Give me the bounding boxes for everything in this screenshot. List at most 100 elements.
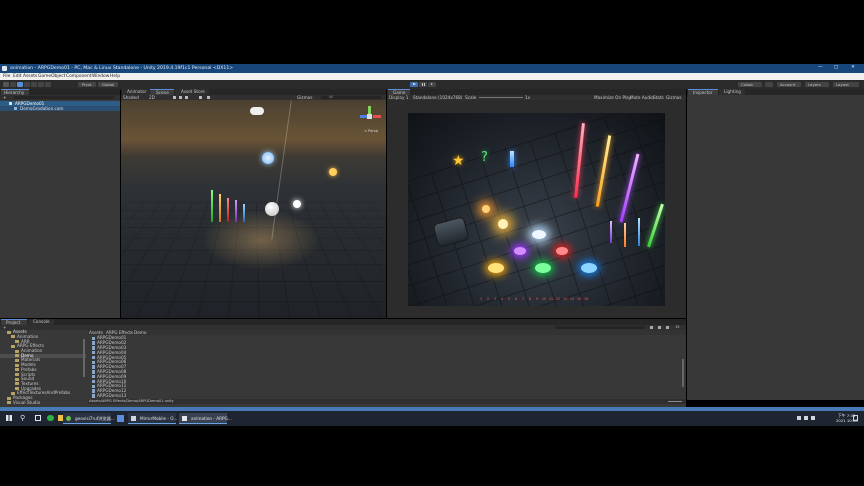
hand-tool-button[interactable]: [3, 82, 9, 87]
menu-help[interactable]: Help: [110, 74, 120, 79]
menu-edit[interactable]: Edit: [13, 74, 22, 79]
skill-slot[interactable]: 7: [522, 297, 524, 301]
skill-slot[interactable]: 16: [584, 297, 588, 301]
lighting-toggle-icon[interactable]: [173, 96, 176, 99]
project-panel: Project Console + 15 Assets Animation AR…: [0, 319, 686, 407]
breadcrumb-demo[interactable]: Demo: [134, 330, 146, 335]
camera-settings-icon[interactable]: [207, 96, 210, 99]
lightbulb-icon: [262, 152, 274, 164]
icon-size-slider[interactable]: [668, 401, 682, 402]
step-button[interactable]: [428, 82, 436, 87]
rotate-tool-button[interactable]: [17, 82, 23, 87]
cloud-button[interactable]: [765, 82, 773, 87]
minimize-button[interactable]: —: [818, 65, 823, 71]
notification-icon[interactable]: [853, 415, 858, 421]
stats-toggle[interactable]: Stats: [653, 95, 664, 100]
skill-slot[interactable]: 13: [563, 297, 567, 301]
mute-audio-toggle[interactable]: Mute Audio: [630, 95, 654, 100]
tree-scrollbar[interactable]: [83, 339, 85, 377]
menu-file[interactable]: File: [3, 74, 10, 79]
blue-orb: [581, 263, 597, 273]
menu-window[interactable]: Window: [92, 74, 109, 79]
tray-network-icon[interactable]: [797, 416, 801, 420]
menu-assets[interactable]: Assets: [23, 74, 37, 79]
skill-slot[interactable]: 14: [570, 297, 574, 301]
asset-count: 15: [675, 324, 680, 329]
tab-lighting[interactable]: Lighting: [719, 89, 745, 95]
global-toggle[interactable]: Global: [98, 82, 118, 87]
close-button[interactable]: ✕: [851, 65, 855, 71]
display-dropdown[interactable]: Display 1: [389, 95, 408, 100]
taskbar-app-mirror[interactable]: MirrorMobile - O...: [128, 413, 177, 424]
taskbar-app-unity[interactable]: animation - ARPG...: [179, 413, 232, 424]
resolution-dropdown[interactable]: Standalone (1024x768): [413, 95, 462, 100]
maximize-on-play-toggle[interactable]: Maximize On Play: [594, 95, 631, 100]
skill-slot[interactable]: 1: [480, 297, 482, 301]
breadcrumb-assets[interactable]: Assets: [89, 330, 103, 335]
account-dropdown[interactable]: Account: [777, 82, 801, 87]
scene-viewport[interactable]: < Persp: [121, 100, 386, 318]
task-view-icon[interactable]: [35, 415, 41, 421]
unity-logo-icon: [2, 66, 7, 71]
skill-slot[interactable]: 3: [494, 297, 496, 301]
taskbar-app-browser[interactable]: geovisi7ruf浏览器...: [63, 413, 115, 424]
hierarchy-item[interactable]: DemoGradation.cam: [0, 106, 120, 111]
scale-tool-button[interactable]: [24, 82, 30, 87]
skill-slot[interactable]: 15: [577, 297, 581, 301]
wechat-icon[interactable]: [47, 415, 54, 421]
maximize-button[interactable]: □: [834, 65, 838, 71]
cloud-icon: [250, 107, 264, 115]
purple-orb: [514, 247, 526, 255]
project-search-input[interactable]: [555, 325, 645, 330]
menu-gameobject[interactable]: GameObject: [38, 74, 65, 79]
scale-slider[interactable]: [479, 97, 523, 98]
visual-studio-icon[interactable]: [117, 415, 124, 422]
collab-dropdown[interactable]: Collab: [738, 82, 762, 87]
menu-component[interactable]: Component: [66, 74, 92, 79]
pause-button[interactable]: [419, 82, 427, 87]
skill-slot[interactable]: 9: [536, 297, 538, 301]
layout-dropdown[interactable]: Layout: [833, 82, 859, 87]
hierarchy-add-button[interactable]: +: [3, 95, 7, 100]
skill-slot[interactable]: 5: [508, 297, 510, 301]
game-gizmos-dropdown[interactable]: Gizmos: [666, 95, 681, 100]
window-title: animation - ARPGDemo01 - PC, Mac & Linux…: [10, 65, 234, 71]
skill-slot[interactable]: 6: [515, 297, 517, 301]
gameobject-icon: [14, 107, 17, 110]
skill-slot[interactable]: 4: [501, 297, 503, 301]
effects-toggle-icon[interactable]: [185, 96, 188, 99]
hierarchy-search-input[interactable]: [14, 95, 114, 100]
skill-slot[interactable]: 8: [529, 297, 531, 301]
game-viewport[interactable]: ★ ? 1 2 3 4 5 6 7 8 9 10 11 12 13 14 15 …: [408, 113, 665, 306]
folder-icon: [15, 382, 19, 386]
transform-tool-button[interactable]: [38, 82, 44, 87]
skill-slot[interactable]: 11: [549, 297, 553, 301]
move-tool-button[interactable]: [10, 82, 16, 87]
skill-slot[interactable]: 2: [487, 297, 489, 301]
folder-icon: [15, 373, 19, 377]
hidden-objects-icon[interactable]: [199, 96, 202, 99]
skill-slot[interactable]: 10: [542, 297, 546, 301]
windows-start-icon[interactable]: [6, 415, 12, 421]
scene-orientation-gizmo[interactable]: [359, 106, 381, 128]
file-list-scrollbar[interactable]: [682, 359, 684, 387]
unity-scene-icon: [92, 384, 95, 389]
tree-row[interactable]: Visual Studio: [0, 400, 86, 406]
filter-label-icon[interactable]: [658, 326, 661, 329]
audio-toggle-icon[interactable]: [179, 96, 182, 99]
custom-tool-button[interactable]: [45, 82, 51, 87]
play-button[interactable]: [410, 82, 418, 87]
layers-dropdown[interactable]: Layers: [805, 82, 829, 87]
filter-type-icon[interactable]: [650, 326, 653, 329]
tray-ime-icon[interactable]: [811, 416, 815, 420]
tab-inspector[interactable]: Inspector: [688, 89, 718, 95]
perspective-label[interactable]: < Persp: [364, 129, 378, 134]
favorite-icon[interactable]: [666, 326, 669, 329]
skill-slot[interactable]: 12: [556, 297, 560, 301]
rect-tool-button[interactable]: [31, 82, 37, 87]
list-item[interactable]: ARPGDemo13: [90, 393, 290, 399]
search-icon[interactable]: ⚲: [20, 415, 25, 422]
pivot-toggle[interactable]: Pivot: [78, 82, 96, 87]
unity-app-icon: [182, 416, 187, 421]
tray-volume-icon[interactable]: [804, 416, 808, 420]
